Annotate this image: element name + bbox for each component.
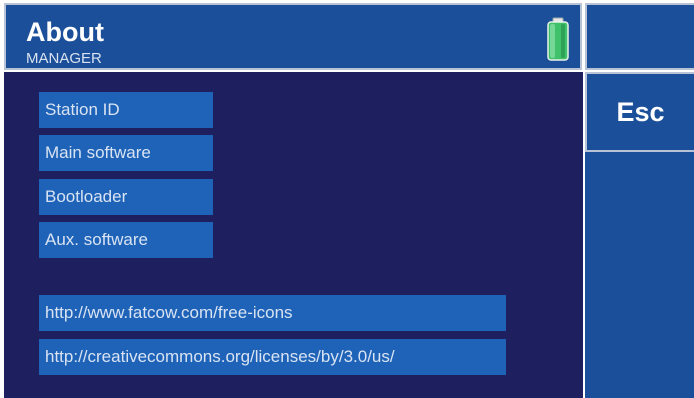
- bootloader-label: Bootloader: [39, 179, 213, 215]
- side-panel: [585, 152, 694, 398]
- battery-icon: [547, 17, 569, 61]
- header-bar: About MANAGER: [4, 3, 582, 70]
- about-content: Station ID Main software Bootloader Aux.…: [4, 72, 583, 398]
- esc-button[interactable]: Esc: [585, 72, 694, 152]
- aux-software-label: Aux. software: [39, 222, 213, 258]
- side-header-panel: [585, 3, 694, 70]
- fatcow-link: http://www.fatcow.com/free-icons: [39, 295, 506, 331]
- page-title: About: [26, 17, 104, 47]
- page-subtitle: MANAGER: [26, 50, 102, 67]
- station-id-label: Station ID: [39, 92, 213, 128]
- main-software-label: Main software: [39, 135, 213, 171]
- about-screen: About MANAGER Esc Station ID Main softwa…: [0, 0, 694, 398]
- creativecommons-link: http://creativecommons.org/licenses/by/3…: [39, 339, 506, 375]
